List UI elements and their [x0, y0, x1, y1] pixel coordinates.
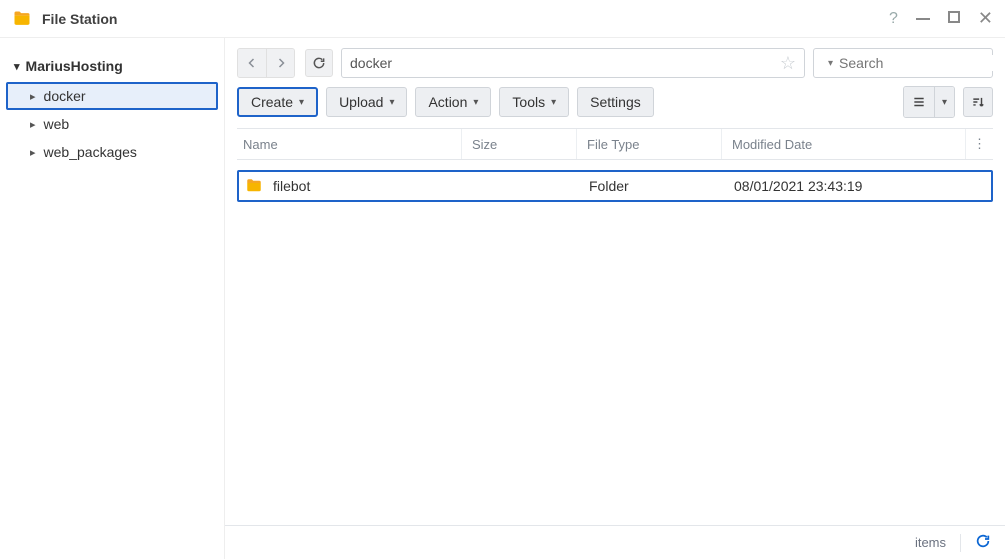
upload-label: Upload — [339, 94, 383, 110]
search-box[interactable]: ▾ — [813, 48, 993, 78]
settings-button[interactable]: Settings — [577, 87, 654, 117]
caret-down-icon: ▾ — [14, 60, 20, 73]
minimize-button[interactable] — [916, 11, 930, 26]
caret-down-icon: ▾ — [473, 97, 478, 108]
tree-root[interactable]: ▾ MariusHosting — [0, 54, 224, 82]
tree-item-web-packages[interactable]: ▸ web_packages — [0, 138, 224, 166]
settings-label: Settings — [590, 94, 641, 110]
search-dropdown-caret-icon[interactable]: ▾ — [828, 58, 833, 69]
caret-down-icon: ▾ — [389, 97, 394, 108]
caret-down-icon: ▾ — [299, 97, 304, 108]
view-list-button[interactable] — [904, 87, 934, 117]
col-header-modified[interactable]: Modified Date — [722, 129, 965, 159]
table-row[interactable]: filebot Folder 08/01/2021 23:43:19 — [237, 170, 993, 202]
tree-item-web[interactable]: ▸ web — [0, 110, 224, 138]
tree-item-label: web_packages — [44, 144, 137, 160]
nav-history-group — [237, 48, 295, 78]
sort-button[interactable] — [963, 87, 993, 117]
cell-name: filebot — [273, 178, 310, 194]
create-button[interactable]: Create ▾ — [237, 87, 318, 117]
cell-type: Folder — [579, 178, 724, 194]
main-panel: ☆ ▾ Create ▾ Upload ▾ Action ▾ T — [225, 38, 1005, 559]
create-label: Create — [251, 94, 293, 110]
col-header-size[interactable]: Size — [462, 129, 577, 159]
table-body: filebot Folder 08/01/2021 23:43:19 — [237, 160, 993, 525]
window-controls: ? ✕ — [889, 8, 993, 29]
app-folder-icon — [12, 9, 32, 29]
upload-button[interactable]: Upload ▾ — [326, 87, 407, 117]
help-icon[interactable]: ? — [889, 10, 898, 28]
nav-forward-button[interactable] — [266, 49, 294, 77]
folder-icon — [245, 177, 263, 195]
path-field[interactable]: ☆ — [341, 48, 805, 78]
caret-right-icon: ▸ — [30, 118, 36, 131]
divider — [960, 534, 961, 552]
toolbar-actions: Create ▾ Upload ▾ Action ▾ Tools ▾ Setti… — [225, 82, 1005, 128]
tree-item-label: docker — [44, 88, 86, 104]
app-title: File Station — [42, 11, 889, 27]
sidebar: ▾ MariusHosting ▸ docker ▸ web ▸ web_pac… — [0, 38, 225, 559]
tree-item-docker[interactable]: ▸ docker — [6, 82, 218, 110]
tree-item-label: web — [44, 116, 70, 132]
statusbar: items — [225, 525, 1005, 559]
caret-right-icon: ▸ — [30, 146, 36, 159]
maximize-button[interactable] — [948, 11, 960, 26]
col-header-name[interactable]: Name — [237, 129, 462, 159]
status-refresh-button[interactable] — [975, 533, 991, 552]
view-mode-dropdown[interactable]: ▾ — [934, 87, 954, 117]
close-button[interactable]: ✕ — [978, 8, 993, 29]
action-label: Action — [428, 94, 467, 110]
view-mode-group: ▾ — [903, 86, 955, 118]
reload-button[interactable] — [305, 49, 333, 77]
table-header: Name Size File Type Modified Date ⋮ — [237, 128, 993, 160]
titlebar: File Station ? ✕ — [0, 0, 1005, 38]
col-header-menu[interactable]: ⋮ — [965, 129, 993, 159]
toolbar-nav: ☆ ▾ — [225, 38, 1005, 82]
tree-root-label: MariusHosting — [26, 58, 123, 74]
search-input[interactable] — [839, 55, 1005, 71]
col-header-type[interactable]: File Type — [577, 129, 722, 159]
status-items-label: items — [915, 535, 946, 550]
tools-label: Tools — [512, 94, 545, 110]
caret-right-icon: ▸ — [30, 90, 36, 103]
tools-button[interactable]: Tools ▾ — [499, 87, 569, 117]
file-table: Name Size File Type Modified Date ⋮ file… — [225, 128, 1005, 525]
path-input[interactable] — [350, 55, 780, 71]
caret-down-icon: ▾ — [551, 97, 556, 108]
favorite-star-icon[interactable]: ☆ — [780, 53, 796, 74]
cell-modified: 08/01/2021 23:43:19 — [724, 178, 963, 194]
action-button[interactable]: Action ▾ — [415, 87, 491, 117]
nav-back-button[interactable] — [238, 49, 266, 77]
